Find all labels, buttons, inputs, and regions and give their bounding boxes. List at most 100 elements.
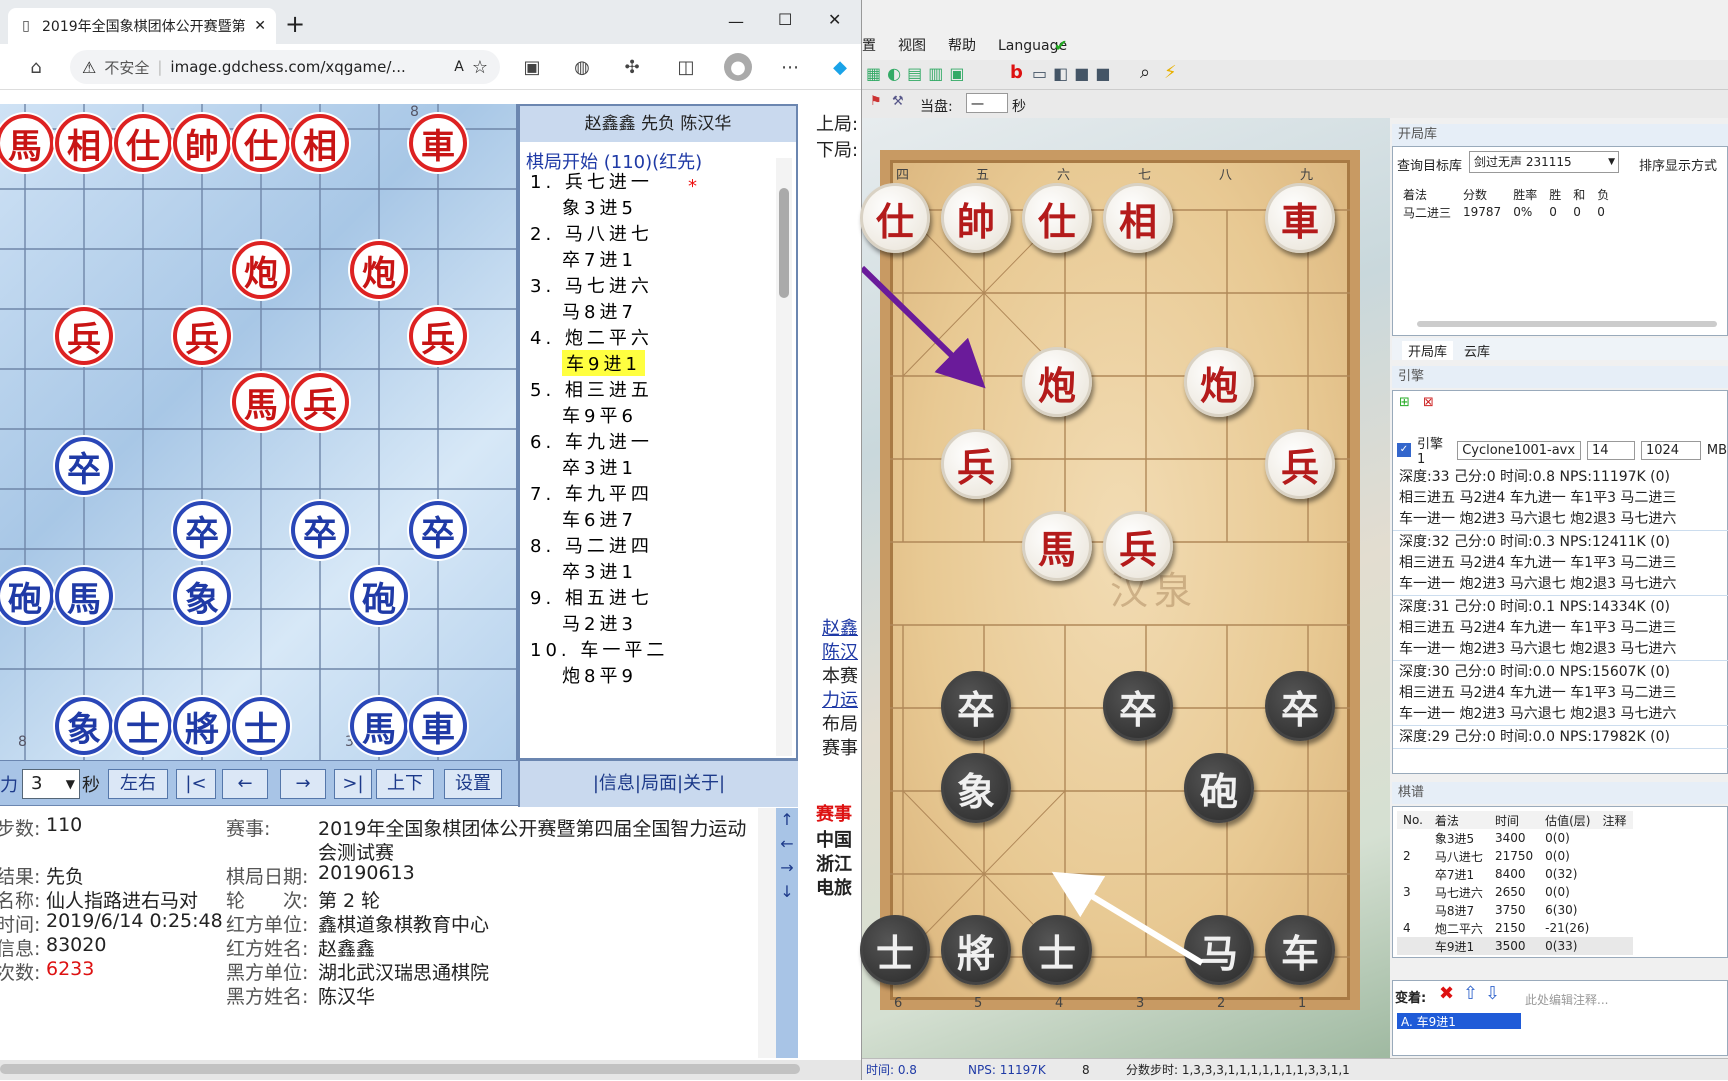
move-item[interactable]: 3. 马七进六	[530, 272, 653, 298]
side-link[interactable]: 赛事	[822, 734, 858, 760]
xiangqi-piece[interactable]: 馬	[1022, 511, 1092, 581]
record-col-header[interactable]: 注释	[1597, 811, 1633, 829]
move-item[interactable]: 4. 炮二平六	[530, 324, 653, 350]
record-col-header[interactable]: 时间	[1489, 811, 1539, 829]
board-piece[interactable]: 卒	[409, 501, 467, 559]
board-piece[interactable]: 兵	[409, 307, 467, 365]
move-item[interactable]: 炮8平9	[562, 662, 637, 688]
engine-line[interactable]: 深度:32 己分:0 时间:0.3 NPS:12411K (0) 相三进五 马2进…	[1393, 532, 1728, 596]
move-item[interactable]: 车6进7	[562, 506, 637, 532]
board-piece[interactable]: 相	[291, 114, 349, 172]
delete-variation-icon[interactable]: ✖	[1439, 983, 1454, 1004]
move-item[interactable]: 9. 相五进七	[530, 584, 653, 610]
xiangqi-piece[interactable]: 车	[1265, 915, 1335, 985]
prev-game-link[interactable]: 上局:	[816, 110, 858, 136]
control-button[interactable]: 设置	[444, 769, 502, 799]
move-item[interactable]: 10. 车一平二	[530, 636, 668, 662]
move-item[interactable]: 马2进3	[562, 610, 637, 636]
view-icons[interactable]: ▭◧■■	[1032, 64, 1116, 83]
copilot-icon[interactable]: ◆	[826, 53, 854, 81]
address-bar[interactable]: ⚠ 不安全 | image.gdchess.com/xqgame/... A ☆	[70, 50, 500, 84]
board-piece[interactable]: 象	[55, 697, 113, 755]
board-piece[interactable]: 馬	[232, 373, 290, 431]
close-tab-icon[interactable]: ✕	[254, 18, 266, 34]
selected-variation[interactable]: A. 车9进1	[1397, 1013, 1521, 1029]
xiangqi-piece[interactable]: 士	[860, 915, 930, 985]
control-button[interactable]: |<	[176, 769, 216, 799]
record-row[interactable]: 4 炮二平六 2150 -21(26)	[1397, 919, 1633, 937]
board-piece[interactable]: 炮	[232, 241, 290, 299]
board-piece[interactable]: 卒	[173, 501, 231, 559]
speed-prefix[interactable]: 力	[0, 771, 18, 797]
xiangqi-piece[interactable]: 相	[1103, 183, 1173, 253]
record-row[interactable]: 象3进5 3400 0(0)	[1397, 829, 1633, 847]
xiangqi-piece[interactable]: 仕	[860, 183, 930, 253]
xiangqi-piece[interactable]: 兵	[1265, 429, 1335, 499]
menu-item[interactable]: 帮助	[948, 34, 976, 58]
move-panel-tabs[interactable]: |信息|局面|关于|	[518, 761, 798, 807]
board-piece[interactable]: 砲	[350, 567, 408, 625]
book-col-header[interactable]: 着法	[1397, 185, 1457, 203]
move-item[interactable]: 卒3进1	[562, 558, 637, 584]
move-item[interactable]: 5. 相三进五	[530, 376, 653, 402]
record-row[interactable]: 2 马八进七 21750 0(0)	[1397, 847, 1633, 865]
engine-exe-select[interactable]: Cyclone1001-avx	[1457, 440, 1582, 460]
book-col-header[interactable]: 胜	[1543, 185, 1567, 203]
globe-icon[interactable]: ◍	[568, 53, 596, 81]
board-piece[interactable]: 馬	[55, 567, 113, 625]
xiangqi-piece[interactable]: 士	[1022, 915, 1092, 985]
speed-select[interactable]: 3 ▼	[22, 769, 80, 799]
engine-line[interactable]: 深度:30 己分:0 时间:0.0 NPS:15607K (0) 相三进五 马2进…	[1393, 662, 1728, 726]
book-tab[interactable]: 开局库	[1402, 341, 1454, 360]
board-piece[interactable]: 兵	[173, 307, 231, 365]
bold-icon[interactable]: b	[1010, 62, 1023, 83]
control-button[interactable]: →	[280, 769, 326, 799]
xiangqi-piece[interactable]: 卒	[1103, 671, 1173, 741]
browser-tab[interactable]: ▯ 2019年全国象棋团体公开赛暨第四 ✕	[8, 8, 276, 44]
xiangqi-piece[interactable]: 卒	[941, 671, 1011, 741]
move-item[interactable]: 象3进5	[562, 194, 637, 220]
toolbar-icons[interactable]: ▦◐▤▥▣	[866, 64, 970, 83]
control-button[interactable]: 左右	[108, 769, 168, 799]
record-col-header[interactable]: 着法	[1429, 811, 1489, 829]
board-piece[interactable]: 兵	[291, 373, 349, 431]
read-aloud-icon[interactable]: A	[454, 59, 464, 75]
profile-avatar[interactable]: ●	[724, 53, 752, 81]
move-item[interactable]: 8. 马二进四	[530, 532, 653, 558]
side-link[interactable]: 布局	[822, 710, 858, 736]
wand-icon[interactable]: ⚒	[892, 94, 904, 109]
maximize-icon[interactable]: ☐	[778, 10, 792, 29]
side-link[interactable]: 力运	[822, 686, 858, 712]
xiangqi-piece[interactable]: 車	[1265, 183, 1335, 253]
move-item[interactable]: 1. 兵七进一	[530, 168, 653, 194]
board-piece[interactable]: 象	[173, 567, 231, 625]
engine-line[interactable]: 深度:29 己分:0 时间:0.0 NPS:17982K (0)	[1393, 727, 1728, 749]
control-button[interactable]: >|	[334, 769, 372, 799]
move-up-icon[interactable]: ⇧	[1463, 983, 1478, 1004]
info-scrollbar[interactable]	[758, 808, 776, 1058]
board-piece[interactable]: 將	[173, 697, 231, 755]
horizontal-scrollbar[interactable]	[0, 1060, 861, 1080]
minimize-icon[interactable]: —	[728, 12, 744, 31]
menu-item[interactable]: 视图	[898, 34, 926, 58]
xiangqi-board[interactable]: 汉泉	[880, 150, 1360, 1010]
lightning-icon[interactable]: ⚡	[1164, 62, 1177, 83]
record-row[interactable]: 3 马七进六 2650 0(0)	[1397, 883, 1633, 901]
side-link[interactable]: 陈汉	[822, 638, 858, 664]
move-item[interactable]: 卒7进1	[562, 246, 637, 272]
mini-nav-bar[interactable]: ↑ ← → ↓	[776, 808, 798, 1058]
board-piece[interactable]: 仕	[232, 114, 290, 172]
book-tab[interactable]: 云库	[1464, 341, 1490, 360]
record-row[interactable]: 马8进7 3750 6(30)	[1397, 901, 1633, 919]
xiangqi-piece[interactable]: 砲	[1184, 753, 1254, 823]
board-piece[interactable]: 士	[232, 697, 290, 755]
comment-field[interactable]: 此处编辑注释...	[1525, 991, 1608, 1008]
engine-line[interactable]: 深度:31 己分:0 时间:0.1 NPS:14334K (0) 相三进五 马2进…	[1393, 597, 1728, 661]
book-select[interactable]: 剑过无声 231115 ▼	[1469, 151, 1619, 173]
current-select[interactable]: 一	[966, 93, 1008, 113]
board-piece[interactable]: 卒	[291, 501, 349, 559]
move-item[interactable]: 7. 车九平四	[530, 480, 653, 506]
board-piece[interactable]: 馬	[350, 697, 408, 755]
book-col-header[interactable]: 和	[1567, 185, 1591, 203]
book-col-header[interactable]: 负	[1591, 185, 1615, 203]
